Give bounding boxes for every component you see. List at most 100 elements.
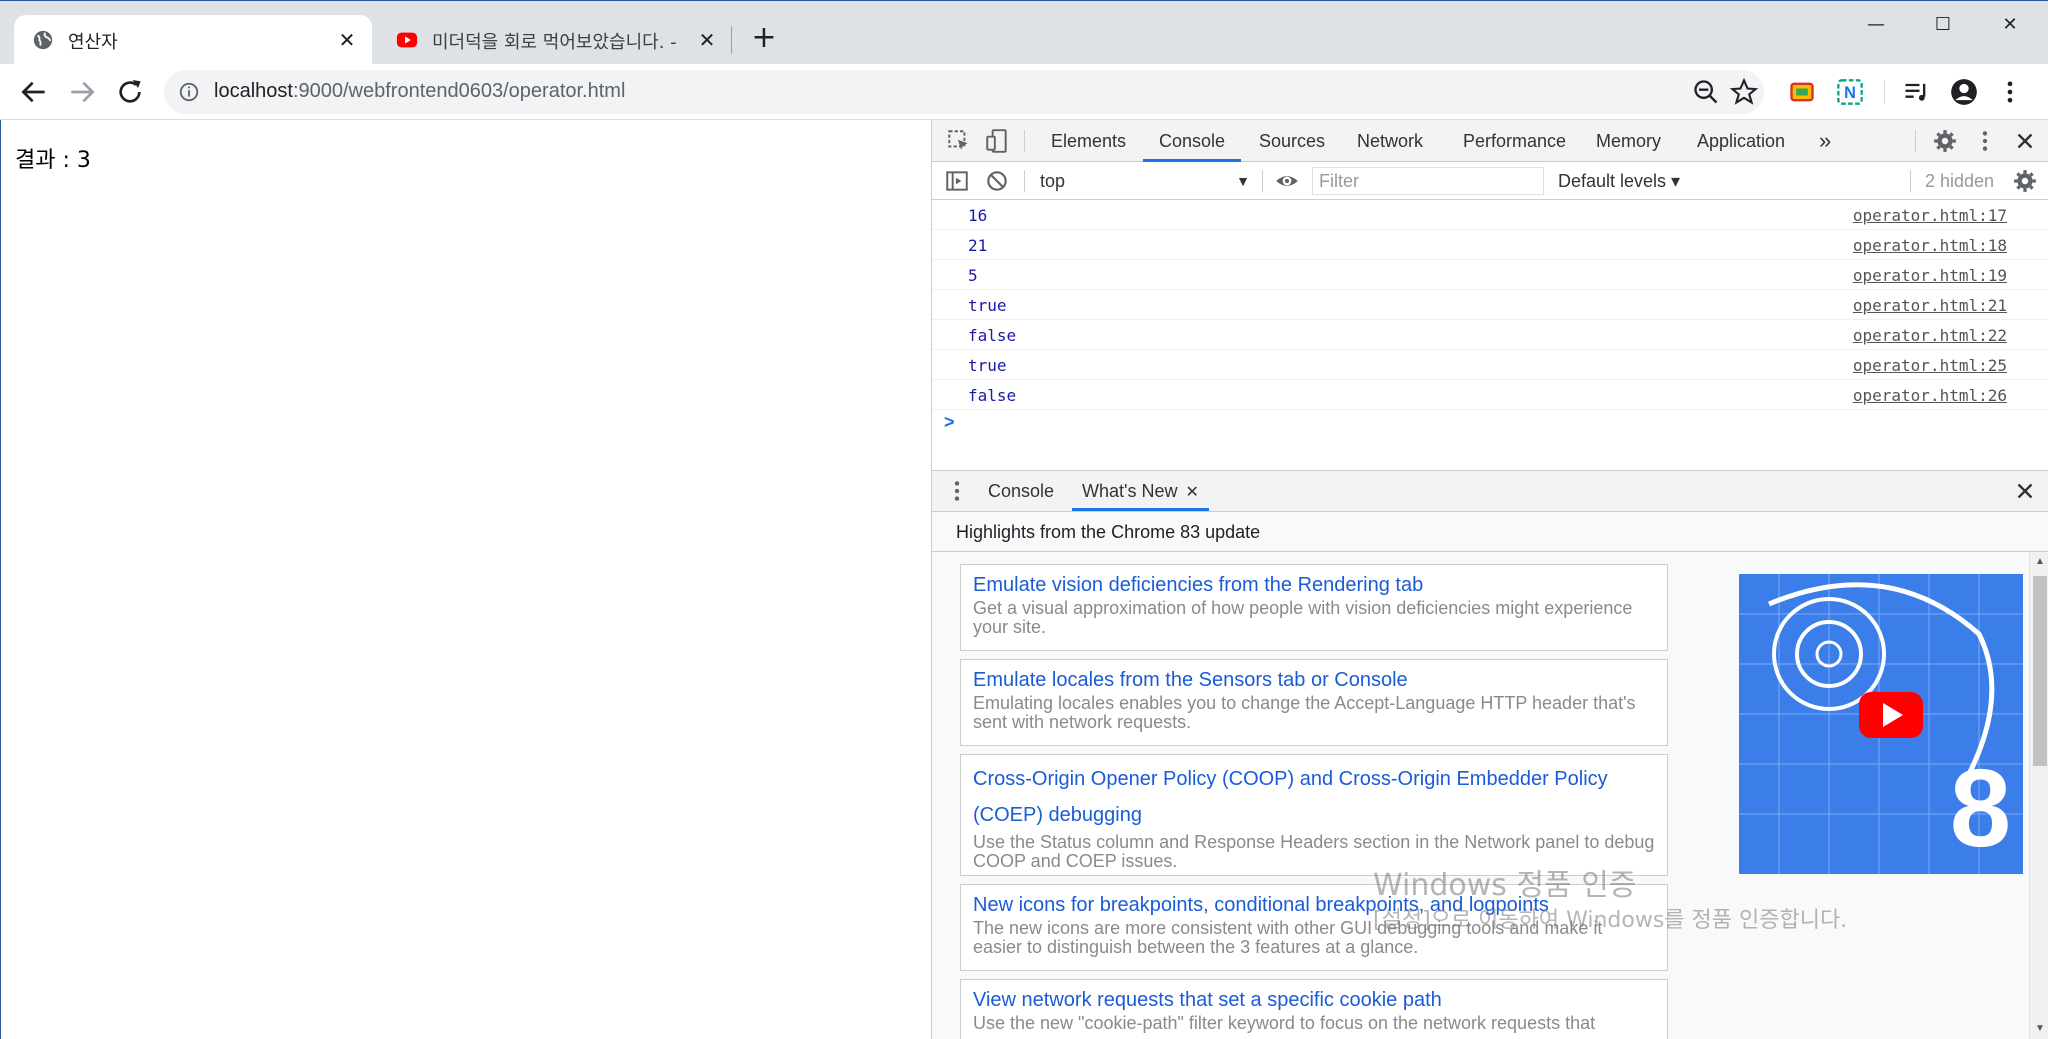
devtools-tab-elements[interactable]: Elements [1051,120,1126,162]
log-row: false operator.html:22 [932,320,2048,350]
log-source-link[interactable]: operator.html:26 [1853,386,2007,405]
log-value: 16 [968,206,988,225]
thumbnail-number: 8 [1950,747,2011,870]
zoom-out-icon[interactable] [1692,78,1720,106]
log-source-link[interactable]: operator.html:18 [1853,236,2007,255]
console-toolbar: top ▼ Filter Default levels ▾ 2 hidden [932,162,2048,200]
info-icon[interactable] [178,81,200,103]
tab-separator [731,26,732,54]
toolbar-separator [1915,130,1916,152]
scroll-up-icon[interactable]: ▲ [2030,552,2048,572]
context-select[interactable]: top ▼ [1040,168,1250,194]
log-row: true operator.html:25 [932,350,2048,380]
feature-description: Get a visual approximation of how people… [973,598,1633,637]
more-tabs-icon[interactable]: » [1819,120,1831,162]
clear-console-icon[interactable] [984,168,1010,194]
drawer-tab-console[interactable]: Console [988,471,1054,511]
log-row: true operator.html:21 [932,290,2048,320]
live-expression-eye-icon[interactable] [1274,168,1300,194]
feature-title[interactable]: Cross-Origin Opener Policy (COOP) and Cr… [973,761,1655,833]
tab-strip: 연산자 ✕ 미더덕을 회로 먹어보았습니다. - ✕ + — ☐ ✕ [0,0,2048,65]
media-control-icon[interactable] [1902,78,1930,106]
dropdown-arrow-icon: ▼ [1236,173,1250,189]
chrome-update-artwork-icon: 8 [1739,574,2023,874]
feature-title[interactable]: Emulate locales from the Sensors tab or … [973,666,1655,694]
tab-inactive[interactable]: 미더덕을 회로 먹어보았습니다. - ✕ [378,15,726,65]
drawer-tab-whats-new[interactable]: What's New ✕ [1072,471,1209,511]
log-row: false operator.html:26 [932,380,2048,410]
url-path: :9000/webfrontend0603/operator.html [292,80,626,102]
feature-description: Use the new "cookie-path" filter keyword… [973,1013,1596,1033]
console-prompt[interactable]: > [944,412,955,433]
close-devtools-icon[interactable] [2012,128,2038,154]
youtube-icon [396,32,418,48]
forward-arrow-icon[interactable] [66,76,98,108]
maximize-button[interactable]: ☐ [1913,7,1973,43]
log-value: false [968,386,1017,405]
reload-icon[interactable] [114,76,146,108]
log-value: 21 [968,236,988,255]
devtools-tab-memory[interactable]: Memory [1596,120,1661,162]
activation-watermark-title: Windows 정품 인증 [1373,868,1637,903]
drawer-menu-icon[interactable] [944,478,970,504]
whats-new-body: Emulate vision deficiencies from the Ren… [932,552,2048,1039]
url-text: localhost:9000/webfrontend0603/operator.… [214,80,625,103]
n-extension-icon[interactable]: N [1836,78,1864,106]
console-log: 16 operator.html:17 21 operator.html:18 … [932,200,2048,410]
log-source-link[interactable]: operator.html:22 [1853,326,2007,345]
menu-kebab-icon[interactable] [1996,78,2024,106]
window-close-button[interactable]: ✕ [1980,7,2040,43]
minimize-button[interactable]: — [1846,7,1906,43]
devtools-tab-network[interactable]: Network [1357,120,1423,162]
feature-card[interactable]: Emulate vision deficiencies from the Ren… [960,564,1668,651]
url-host: localhost [214,80,293,102]
close-drawer-icon[interactable] [2012,478,2038,504]
tab-active[interactable]: 연산자 ✕ [14,15,372,65]
context-value: top [1040,171,1066,191]
log-value: false [968,326,1017,345]
devtools-tab-console[interactable]: Console [1143,120,1242,162]
tab-close-icon[interactable]: ✕ [694,27,720,53]
sidebar-toggle-icon[interactable] [944,168,970,194]
log-source-link[interactable]: operator.html:19 [1853,266,2007,285]
tab-close-icon[interactable]: ✕ [334,27,360,53]
settings-gear-icon[interactable] [1932,128,1958,154]
log-row: 5 operator.html:19 [932,260,2048,290]
whats-new-scrollbar[interactable]: ▲ ▼ [2029,552,2048,1039]
back-arrow-icon[interactable] [18,76,50,108]
feature-card[interactable]: Emulate locales from the Sensors tab or … [960,659,1668,746]
scrollbar-thumb[interactable] [2033,576,2047,766]
console-filter-input[interactable]: Filter [1312,167,1544,195]
feature-card[interactable]: Cross-Origin Opener Policy (COOP) and Cr… [960,754,1668,876]
device-toolbar-icon[interactable] [984,128,1010,154]
profile-avatar-icon[interactable] [1950,78,1978,106]
bookmark-star-icon[interactable] [1730,78,1758,106]
inspect-element-icon[interactable] [946,128,972,154]
feature-title[interactable]: Emulate vision deficiencies from the Ren… [973,571,1655,599]
svg-text:N: N [1844,84,1856,102]
browser-toolbar: localhost:9000/webfrontend0603/operator.… [0,64,2048,120]
log-source-link[interactable]: operator.html:17 [1853,206,2007,225]
console-settings-gear-icon[interactable] [2012,168,2038,194]
result-text: 결과 : 3 [15,148,91,173]
feature-title[interactable]: View network requests that set a specifi… [973,986,1655,1014]
devtools-tab-performance[interactable]: Performance [1463,120,1566,162]
address-bar[interactable]: localhost:9000/webfrontend0603/operator.… [164,70,1764,114]
tab-title: 연산자 [68,32,118,53]
scroll-down-icon[interactable]: ▼ [2030,1019,2048,1039]
devtools-tab-application[interactable]: Application [1697,120,1785,162]
log-source-link[interactable]: operator.html:21 [1853,296,2007,315]
new-tab-button[interactable]: + [748,23,780,55]
devtools-tab-sources[interactable]: Sources [1259,120,1325,162]
feature-card[interactable]: View network requests that set a specifi… [960,979,1668,1039]
devtools-menu-icon[interactable] [1972,128,1998,154]
video-thumbnail[interactable]: 8 [1739,574,2023,874]
cast-extension-icon[interactable] [1788,78,1816,106]
log-source-link[interactable]: operator.html:25 [1853,356,2007,375]
whats-new-header: Highlights from the Chrome 83 update [932,512,2048,552]
log-value: 5 [968,266,978,285]
close-tab-icon[interactable]: ✕ [1185,484,1198,501]
toolbar-separator [1024,170,1025,192]
drawer-tabbar: Console What's New ✕ [932,470,2048,512]
log-levels-dropdown[interactable]: Default levels ▾ [1558,168,1680,194]
